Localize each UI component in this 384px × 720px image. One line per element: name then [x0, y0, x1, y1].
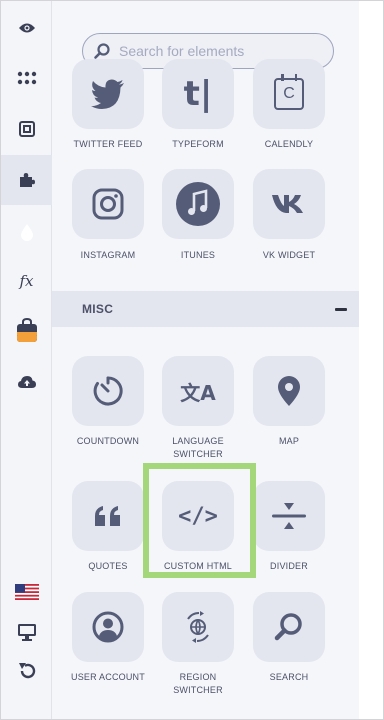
search-element-tile[interactable] — [253, 592, 325, 662]
twitter-icon — [91, 79, 124, 109]
typeform-label: TYPEFORM — [172, 139, 224, 149]
monitor-icon — [17, 624, 36, 641]
undo-icon — [18, 663, 35, 679]
misc-section-header[interactable]: MISC — [52, 291, 359, 327]
calendly-label: CALENDLY — [264, 139, 314, 149]
region-switcher-label-line1: REGION — [179, 672, 217, 682]
twitter-feed-tile[interactable] — [72, 59, 144, 129]
translate-icon: 文A — [180, 380, 216, 405]
dots-grid-icon — [17, 71, 36, 85]
fx-label: fx — [19, 272, 34, 290]
instagram-tile[interactable] — [72, 169, 144, 239]
shopping-bag-icon — [16, 317, 37, 342]
typeform-icon: t| — [183, 74, 213, 114]
elements-panel: TWITTER FEED t| TYPEFORM C CALENDLY INST… — [52, 1, 359, 719]
quotes-tile[interactable] — [72, 481, 144, 551]
divider-tile[interactable] — [253, 481, 325, 551]
region-globe-icon — [187, 611, 209, 643]
language-switcher-label-line2: SWITCHER — [173, 449, 223, 459]
functions-button[interactable]: fx — [1, 257, 52, 305]
magnifier-icon — [274, 613, 302, 641]
us-flag-icon — [14, 584, 39, 600]
collapse-minus-icon[interactable] — [335, 308, 347, 311]
itunes-tile[interactable] — [162, 169, 234, 239]
search-icon — [94, 43, 110, 59]
language-switcher-tile[interactable]: 文A — [162, 356, 234, 426]
eye-icon — [18, 23, 35, 33]
elements-button[interactable] — [1, 155, 52, 205]
drop-icon — [20, 224, 33, 241]
map-pin-icon — [278, 376, 300, 406]
search-input[interactable] — [119, 43, 319, 59]
search-element-label: SEARCH — [269, 672, 309, 682]
section-button[interactable] — [1, 105, 52, 153]
region-switcher-label-line2: SWITCHER — [173, 685, 223, 695]
language-switcher-label-line1: LANGUAGE — [172, 436, 224, 446]
divider-label: DIVIDER — [270, 561, 308, 571]
typeform-tile[interactable]: t| — [162, 59, 234, 129]
timer-icon — [93, 376, 123, 406]
calendly-tile[interactable]: C — [253, 59, 325, 129]
itunes-icon — [176, 182, 220, 226]
countdown-tile[interactable] — [72, 356, 144, 426]
countdown-label: COUNTDOWN — [76, 436, 140, 446]
scrollbar-track[interactable] — [359, 1, 383, 719]
user-icon — [92, 611, 124, 643]
user-account-tile[interactable] — [72, 592, 144, 662]
calendar-icon: C — [274, 74, 304, 110]
itunes-label: ITUNES — [180, 250, 216, 260]
section-title: MISC — [82, 302, 114, 316]
grid-menu-button[interactable] — [1, 54, 52, 102]
left-toolbar: fx — [1, 1, 52, 719]
selection-highlight — [143, 463, 256, 578]
vk-icon — [272, 195, 303, 213]
quotes-label: QUOTES — [88, 561, 128, 571]
puzzle-icon — [19, 173, 35, 187]
store-button[interactable] — [1, 306, 52, 354]
publish-button[interactable] — [1, 358, 52, 406]
user-account-label: USER ACCOUNT — [71, 672, 145, 682]
quote-icon — [95, 506, 120, 526]
colors-button[interactable] — [1, 208, 52, 256]
region-switcher-tile[interactable] — [162, 592, 234, 662]
twitter-feed-label: TWITTER FEED — [73, 139, 143, 149]
square-frame-icon — [18, 121, 35, 137]
map-label: MAP — [278, 436, 300, 446]
undo-button[interactable] — [1, 647, 52, 695]
vk-widget-label: VK WIDGET — [262, 250, 316, 260]
vk-widget-tile[interactable] — [253, 169, 325, 239]
instagram-icon — [92, 188, 124, 220]
preview-button[interactable] — [1, 4, 52, 52]
divider-icon — [272, 503, 306, 529]
instagram-label: INSTAGRAM — [80, 250, 136, 260]
map-tile[interactable] — [253, 356, 325, 426]
cloud-upload-icon — [17, 376, 36, 388]
